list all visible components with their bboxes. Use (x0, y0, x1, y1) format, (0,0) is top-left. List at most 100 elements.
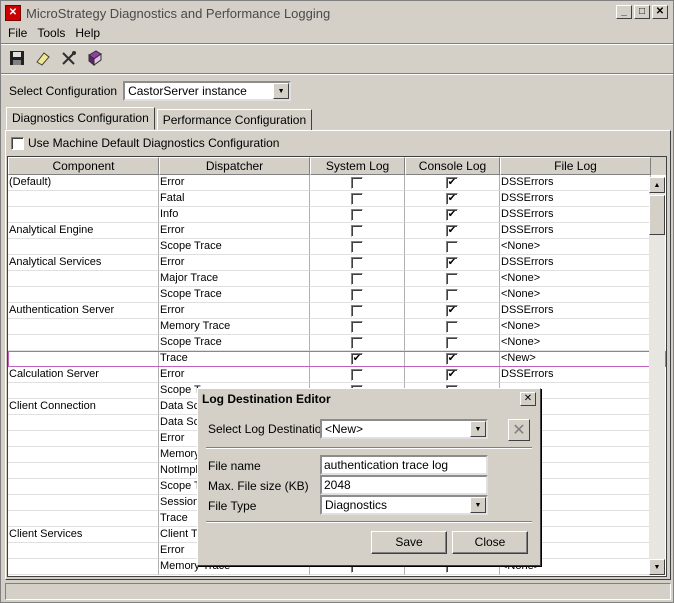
console-log-checkbox[interactable] (446, 336, 458, 349)
table-row[interactable]: Info ✔ DSSErrors (8, 207, 666, 223)
system-log-checkbox[interactable] (351, 240, 363, 253)
file-log-cell[interactable]: DSSErrors (500, 191, 651, 207)
tab-diagnostics[interactable]: Diagnostics Configuration (6, 107, 155, 130)
system-log-checkbox[interactable] (351, 208, 363, 221)
system-log-cell (310, 303, 405, 319)
tab-performance[interactable]: Performance Configuration (156, 109, 313, 131)
table-row[interactable]: Calculation Server Error ✔ DSSErrors (8, 367, 666, 383)
console-log-cell: ✔ (405, 175, 500, 191)
file-log-cell[interactable]: <None> (500, 319, 651, 335)
table-row[interactable]: Authentication Server Error ✔ DSSErrors (8, 303, 666, 319)
file-type-select[interactable]: Diagnostics ▼ (320, 495, 488, 515)
close-button[interactable]: ✕ (652, 5, 668, 19)
max-size-input[interactable]: 2048 (320, 475, 488, 495)
table-row[interactable]: Memory Trace <None> (8, 319, 666, 335)
menu-file[interactable]: File (3, 26, 32, 40)
dialog-close-icon[interactable]: ✕ (520, 392, 536, 406)
table-row[interactable]: Scope Trace <None> (8, 335, 666, 351)
file-log-cell[interactable]: DSSErrors (500, 223, 651, 239)
col-system-log[interactable]: System Log (310, 157, 405, 175)
minimize-button[interactable]: _ (616, 5, 632, 19)
system-log-checkbox[interactable]: ✔ (351, 352, 363, 365)
title-bar[interactable]: ✕ MicroStrategy Diagnostics and Performa… (2, 2, 672, 24)
col-component[interactable]: Component (8, 157, 159, 175)
scroll-thumb[interactable] (649, 195, 665, 235)
system-log-checkbox[interactable] (351, 272, 363, 285)
file-log-cell[interactable]: DSSErrors (500, 303, 651, 319)
file-name-input[interactable]: authentication trace log (320, 455, 488, 475)
system-log-checkbox[interactable] (351, 256, 363, 269)
system-log-checkbox[interactable] (351, 192, 363, 205)
console-log-checkbox[interactable]: ✔ (446, 176, 458, 189)
system-log-checkbox[interactable] (351, 320, 363, 333)
system-log-checkbox[interactable] (351, 304, 363, 317)
file-log-cell[interactable]: DSSErrors (500, 175, 651, 191)
destination-select[interactable]: <New> ▼ (320, 419, 488, 439)
file-log-cell[interactable]: <None> (500, 335, 651, 351)
console-log-checkbox[interactable] (446, 320, 458, 333)
chevron-down-icon[interactable]: ▼ (273, 83, 290, 99)
table-row[interactable]: Scope Trace <None> (8, 287, 666, 303)
chevron-down-icon[interactable]: ▼ (470, 421, 486, 437)
help-book-icon[interactable] (85, 48, 105, 68)
table-row[interactable]: Scope Trace <None> (8, 239, 666, 255)
file-log-cell[interactable]: <New> (500, 351, 651, 367)
console-log-checkbox[interactable]: ✔ (446, 368, 458, 381)
eraser-icon[interactable] (33, 48, 53, 68)
file-log-cell[interactable]: <None> (500, 239, 651, 255)
system-log-checkbox[interactable] (351, 368, 363, 381)
console-log-checkbox[interactable]: ✔ (446, 192, 458, 205)
menu-help[interactable]: Help (70, 26, 105, 40)
component-cell (8, 335, 159, 351)
console-log-checkbox[interactable]: ✔ (446, 256, 458, 269)
file-type-label: File Type (208, 499, 257, 513)
use-default-label: Use Machine Default Diagnostics Configur… (28, 136, 280, 150)
save-button[interactable]: Save (371, 531, 447, 554)
console-log-checkbox[interactable]: ✔ (446, 352, 458, 365)
main-window: ✕ MicroStrategy Diagnostics and Performa… (0, 0, 674, 603)
file-log-cell[interactable]: DSSErrors (500, 255, 651, 271)
file-log-cell[interactable]: <None> (500, 287, 651, 303)
col-console-log[interactable]: Console Log (405, 157, 500, 175)
vertical-scrollbar[interactable]: ▲ ▼ (649, 177, 665, 575)
col-file-log[interactable]: File Log (500, 157, 651, 175)
console-log-checkbox[interactable]: ✔ (446, 224, 458, 237)
console-log-checkbox[interactable] (446, 272, 458, 285)
table-row[interactable]: Major Trace <None> (8, 271, 666, 287)
component-cell: Analytical Engine (8, 223, 159, 239)
table-row[interactable]: Analytical Engine Error ✔ DSSErrors (8, 223, 666, 239)
file-name-label: File name (208, 459, 261, 473)
tools-icon[interactable] (59, 48, 79, 68)
file-log-cell[interactable]: <None> (500, 271, 651, 287)
console-log-checkbox[interactable]: ✔ (446, 304, 458, 317)
save-icon[interactable] (7, 48, 27, 68)
menu-tools[interactable]: Tools (32, 26, 70, 40)
console-log-checkbox[interactable] (446, 288, 458, 301)
table-row[interactable]: (Default) Error ✔ DSSErrors (8, 175, 666, 191)
file-log-cell[interactable]: DSSErrors (500, 367, 651, 383)
console-log-checkbox[interactable]: ✔ (446, 208, 458, 221)
toolbar-separator (1, 73, 673, 75)
console-log-checkbox[interactable] (446, 240, 458, 253)
table-row[interactable]: Trace ✔ ✔ <New> (8, 351, 666, 367)
dialog-title[interactable]: Log Destination Editor (198, 389, 540, 409)
close-dialog-button[interactable]: Close (452, 531, 528, 554)
chevron-down-icon[interactable]: ▼ (470, 497, 486, 513)
config-select[interactable]: CastorServer instance ▼ (123, 81, 292, 101)
system-log-checkbox[interactable] (351, 224, 363, 237)
system-log-checkbox[interactable] (351, 288, 363, 301)
col-dispatcher[interactable]: Dispatcher (159, 157, 310, 175)
delete-destination-icon[interactable]: ✕ (508, 419, 530, 441)
system-log-checkbox[interactable] (351, 336, 363, 349)
system-log-cell (310, 319, 405, 335)
max-size-label: Max. File size (KB) (208, 479, 309, 493)
use-default-checkbox[interactable] (11, 136, 24, 150)
scroll-down-icon[interactable]: ▼ (649, 559, 665, 575)
maximize-button[interactable]: □ (634, 5, 650, 19)
table-row[interactable]: Fatal ✔ DSSErrors (8, 191, 666, 207)
component-cell (8, 511, 159, 527)
scroll-up-icon[interactable]: ▲ (649, 177, 665, 193)
system-log-checkbox[interactable] (351, 176, 363, 189)
file-log-cell[interactable]: DSSErrors (500, 207, 651, 223)
table-row[interactable]: Analytical Services Error ✔ DSSErrors (8, 255, 666, 271)
